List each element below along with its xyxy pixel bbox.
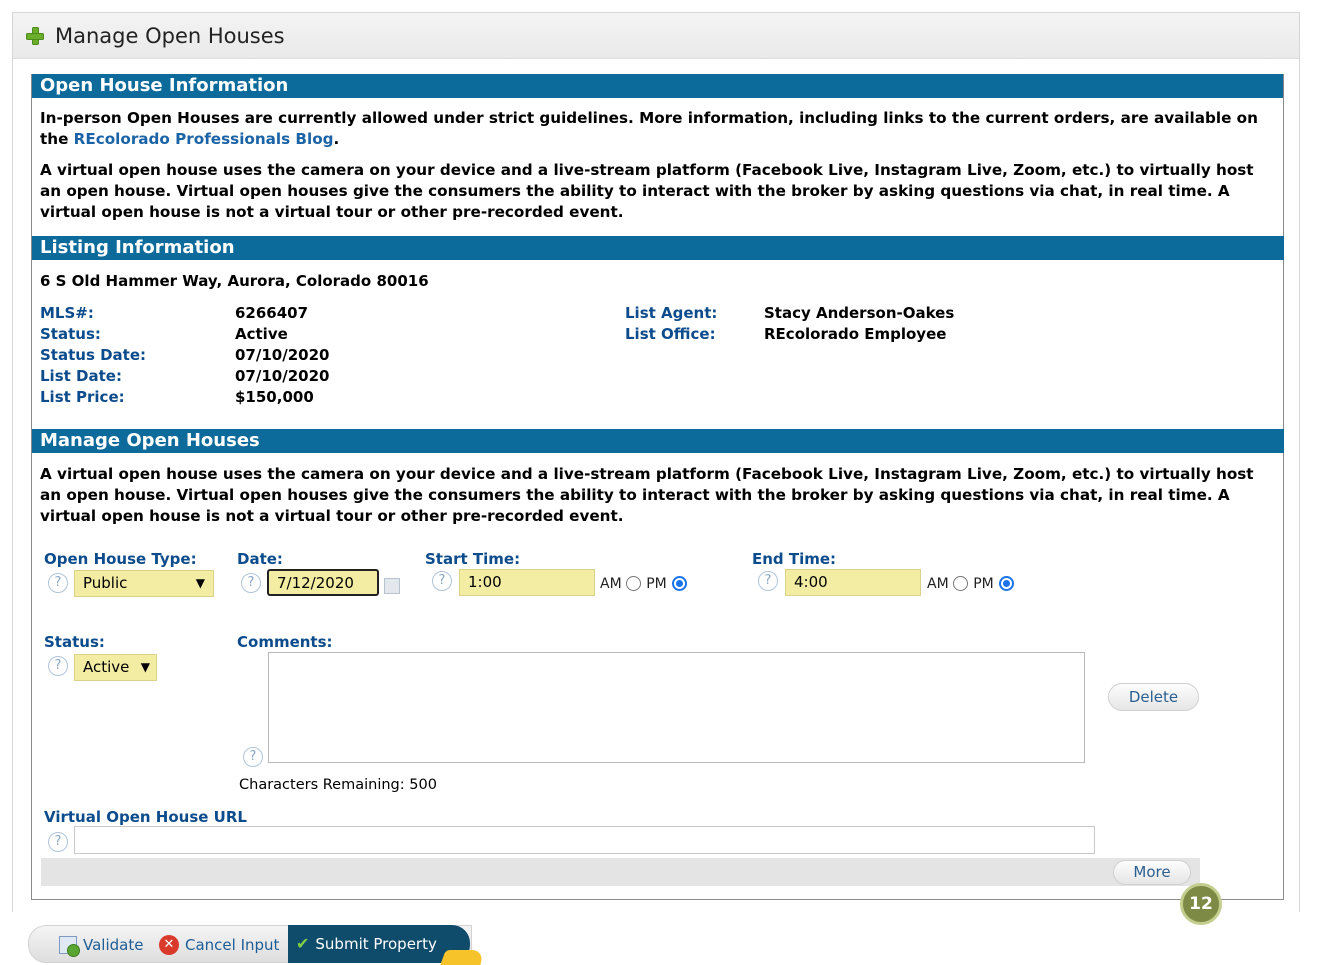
comments-textarea[interactable] (268, 652, 1085, 763)
step-badge: 12 (1180, 883, 1222, 925)
end-ampm-group: AM PM (927, 574, 1014, 592)
comments-label: Comments: (237, 633, 333, 651)
start-time-input[interactable]: 1:00 (459, 569, 595, 596)
cursor-pointer-icon (440, 950, 486, 965)
end-time-label: End Time: (752, 550, 837, 568)
info-paragraph-1: In-person Open Houses are currently allo… (40, 109, 1258, 148)
start-am-radio[interactable] (626, 576, 642, 591)
field-value-mls: 6266407 (235, 304, 309, 322)
recolorado-blog-link[interactable]: REcolorado Professionals Blog (74, 130, 334, 148)
help-icon[interactable]: ? (241, 573, 261, 593)
field-value-status: Active (235, 325, 288, 343)
end-time-input[interactable]: 4:00 (785, 569, 921, 596)
open-house-type-select[interactable]: Public ▼ (74, 570, 214, 597)
info-paragraph-2: A virtual open house uses the camera on … (40, 161, 1254, 221)
field-value-status-date: 07/10/2020 (235, 346, 330, 364)
help-icon[interactable]: ? (48, 573, 68, 593)
help-icon[interactable]: ? (432, 571, 452, 591)
more-bar (41, 858, 1200, 886)
field-value-list-date: 07/10/2020 (235, 367, 330, 385)
field-label-status-date: Status Date: (40, 346, 147, 364)
status-label: Status: (44, 633, 105, 651)
field-label-list-price: List Price: (40, 388, 125, 406)
field-value-list-office: REcolorado Employee (764, 325, 947, 343)
chevron-down-icon: ▼ (195, 576, 205, 590)
cancel-input-button[interactable]: Cancel Input (185, 926, 279, 964)
listing-address: 6 S Old Hammer Way, Aurora, Colorado 800… (40, 272, 429, 290)
page-title: Manage Open Houses (55, 23, 285, 48)
field-value-list-price: $150,000 (235, 388, 314, 406)
plus-icon (25, 26, 45, 46)
help-icon[interactable]: ? (758, 571, 778, 591)
section-header-manage-open-houses: Manage Open Houses (32, 429, 1284, 453)
help-icon[interactable]: ? (243, 747, 263, 767)
open-house-type-label: Open House Type: (44, 550, 197, 568)
virtual-url-input[interactable] (74, 826, 1095, 854)
checkmark-icon: ✔ (296, 934, 310, 953)
help-icon[interactable]: ? (48, 832, 68, 852)
status-select[interactable]: Active ▼ (74, 654, 157, 681)
field-label-mls: MLS#: (40, 304, 94, 322)
start-time-label: Start Time: (425, 550, 521, 568)
title-bar: Manage Open Houses (13, 13, 1299, 59)
help-icon[interactable]: ? (48, 656, 68, 676)
virtual-url-label: Virtual Open House URL (44, 808, 247, 826)
cancel-icon: ✕ (159, 935, 179, 955)
date-input[interactable]: 7/12/2020 (267, 569, 379, 596)
field-label-list-agent: List Agent: (625, 304, 718, 322)
end-pm-radio[interactable] (998, 576, 1014, 591)
chevron-down-icon: ▼ (140, 660, 150, 674)
delete-button[interactable]: Delete (1108, 683, 1199, 711)
section-header-listing-info: Listing Information (32, 236, 1284, 260)
more-button[interactable]: More (1113, 860, 1191, 885)
start-pm-radio[interactable] (671, 576, 687, 591)
start-ampm-group: AM PM (600, 574, 687, 592)
field-value-list-agent: Stacy Anderson-Oakes (764, 304, 955, 322)
calendar-icon[interactable] (384, 578, 400, 594)
field-label-list-date: List Date: (40, 367, 122, 385)
main-panel: Open House Information In-person Open Ho… (31, 74, 1284, 900)
manage-paragraph: A virtual open house uses the camera on … (40, 465, 1254, 525)
field-label-status: Status: (40, 325, 101, 343)
end-am-radio[interactable] (953, 576, 969, 591)
validate-button[interactable]: Validate (83, 926, 143, 964)
validate-icon (59, 936, 80, 957)
field-label-list-office: List Office: (625, 325, 716, 343)
section-header-open-house-info: Open House Information (32, 74, 1283, 98)
date-label: Date: (237, 550, 283, 568)
characters-remaining: Characters Remaining: 500 (239, 777, 437, 793)
